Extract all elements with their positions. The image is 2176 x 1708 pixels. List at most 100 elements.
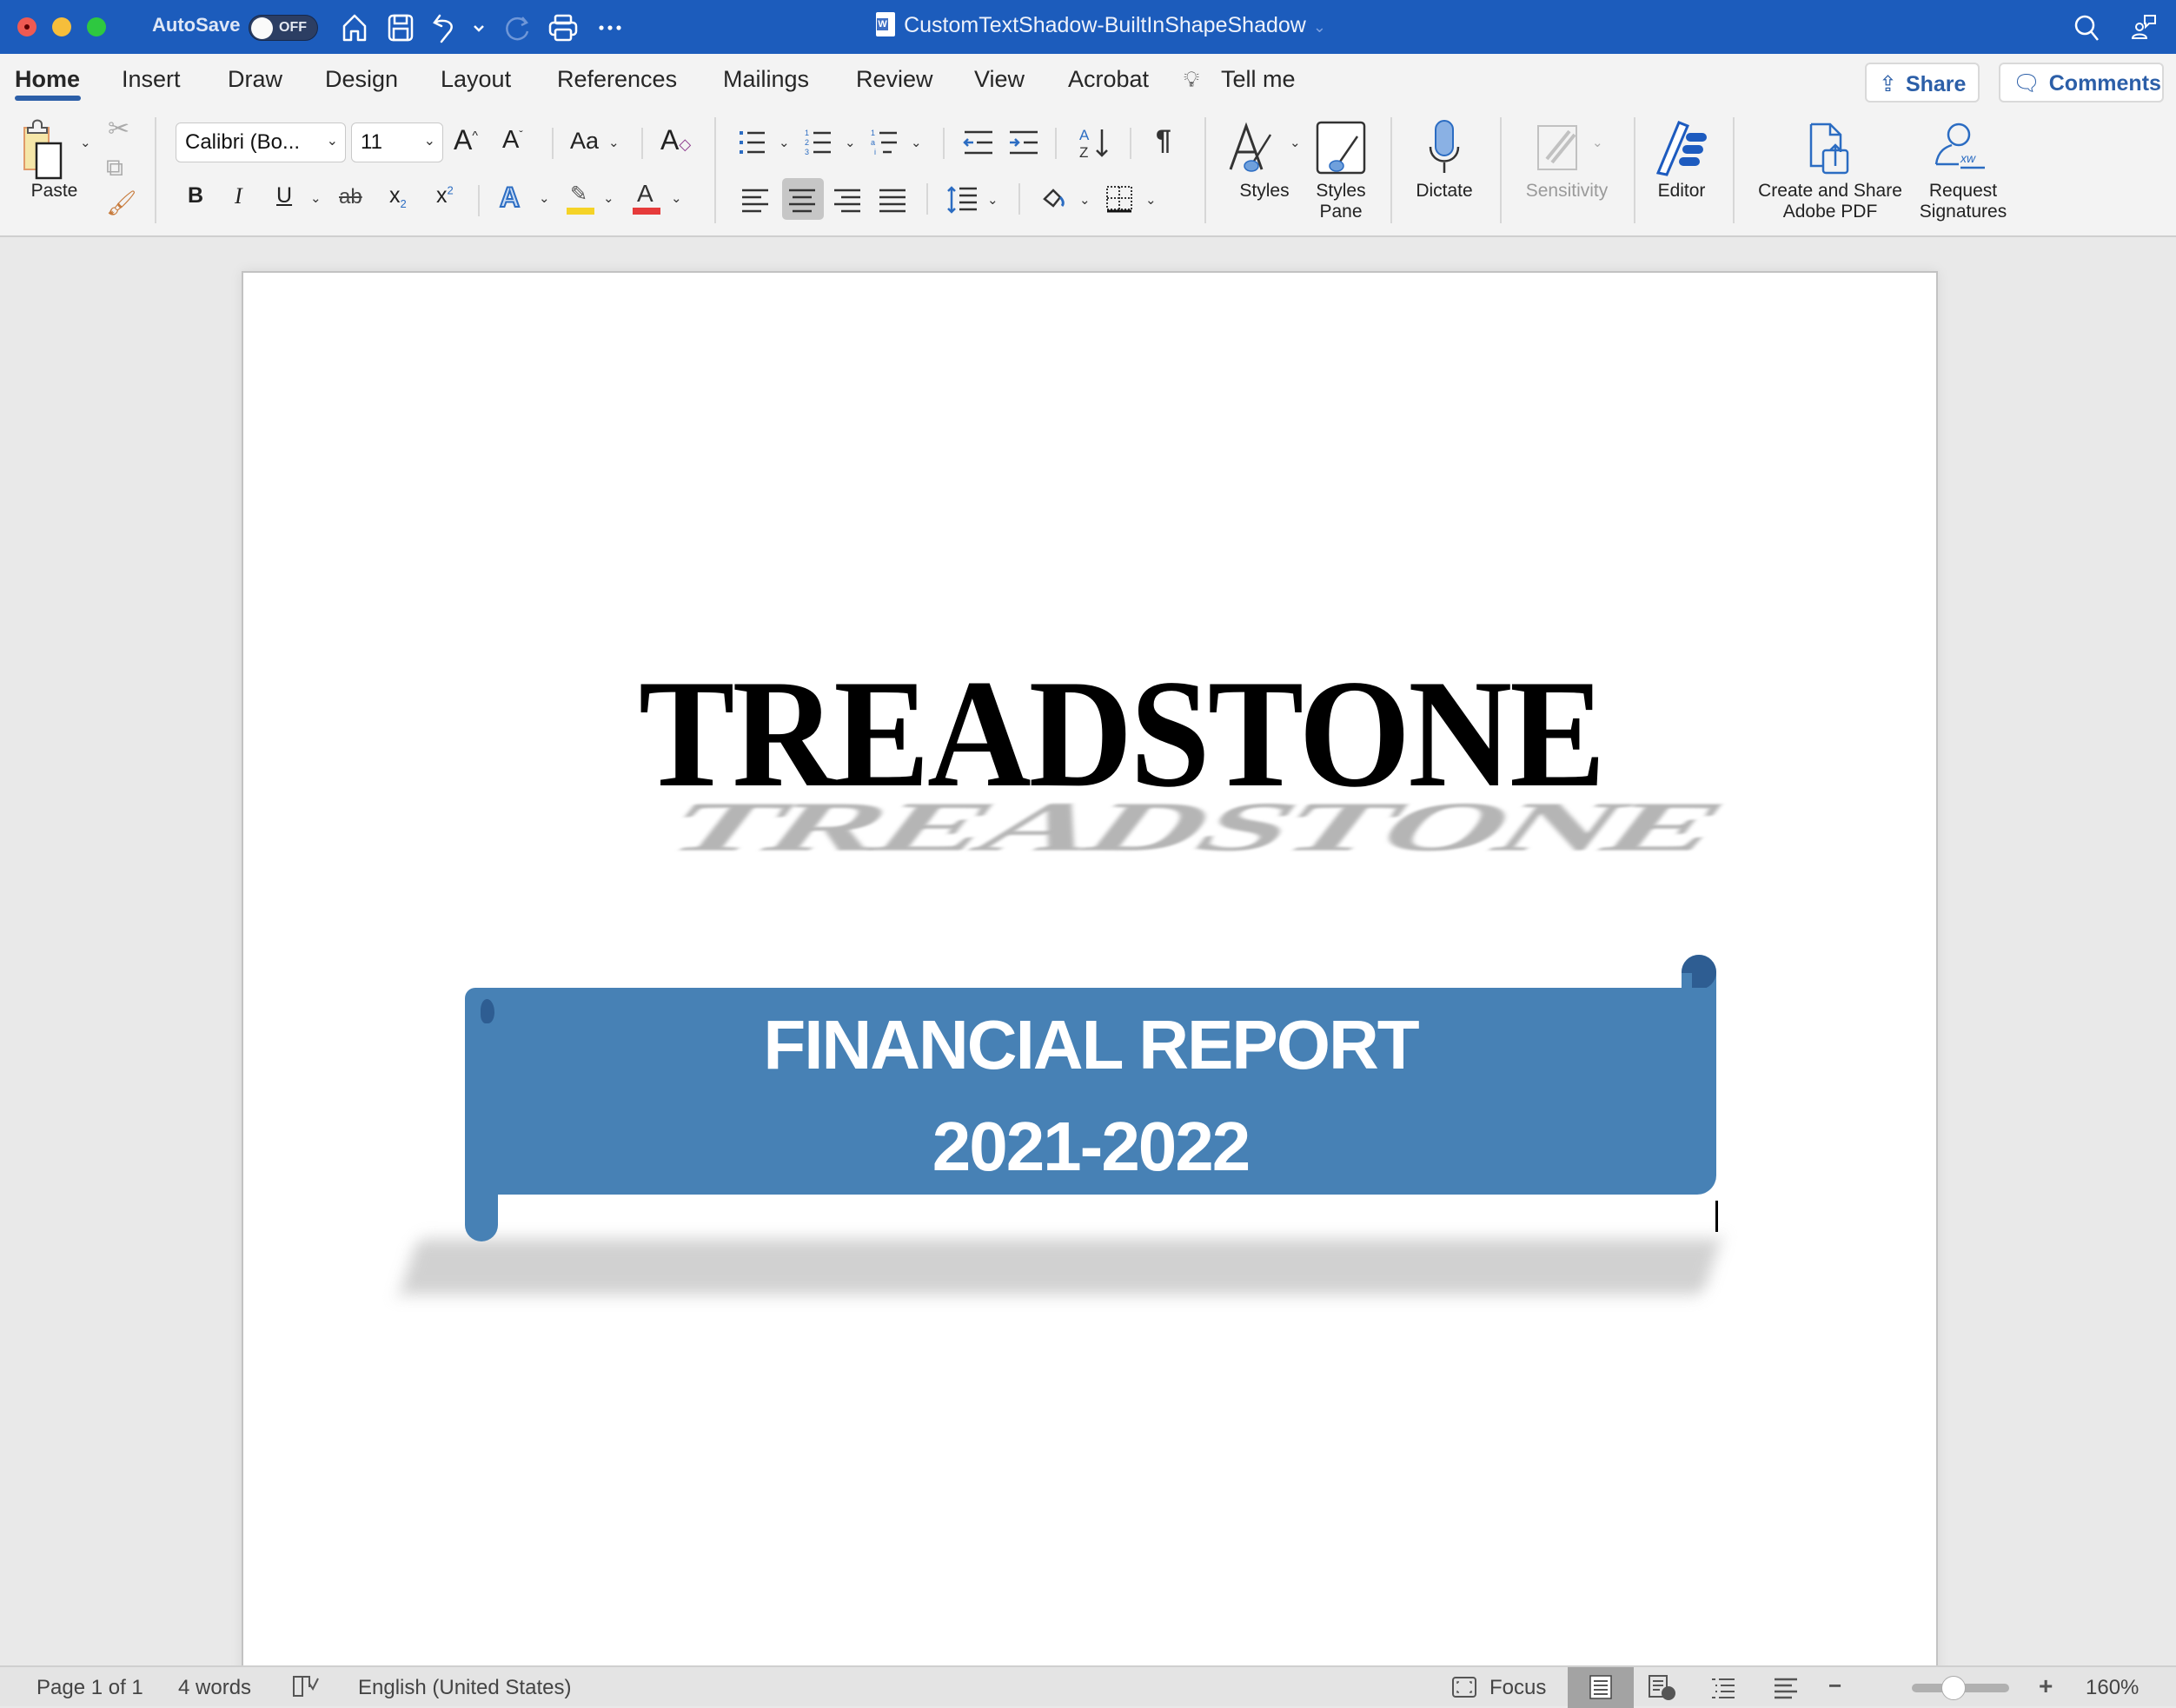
italic-button[interactable]: I: [235, 183, 242, 209]
clear-formatting-icon[interactable]: A◇: [660, 124, 691, 156]
paste-button[interactable]: [17, 119, 78, 182]
highlight-color-button[interactable]: ✎︎: [567, 182, 596, 216]
styles-pane-label-line2: Pane: [1319, 202, 1363, 222]
chevron-down-icon: ⌄: [423, 134, 435, 149]
word-count[interactable]: 4 words: [178, 1676, 251, 1700]
microphone-icon[interactable]: [1425, 117, 1463, 175]
outline-view-icon[interactable]: [1710, 1676, 1736, 1700]
tab-acrobat[interactable]: Acrobat: [1068, 66, 1149, 93]
request-signatures-label: Request Signatures: [1915, 181, 2011, 222]
chevron-down-icon[interactable]: ⌄: [310, 190, 322, 206]
svg-text:2: 2: [805, 138, 809, 147]
justify-icon[interactable]: [878, 187, 907, 215]
superscript-button[interactable]: x2: [436, 183, 454, 209]
search-icon[interactable]: [2070, 10, 2105, 45]
share-button[interactable]: ⇪ Share: [1865, 63, 1980, 103]
copy-icon[interactable]: ⧉: [106, 154, 123, 182]
chevron-down-icon[interactable]: ⌄: [1290, 135, 1301, 150]
cut-icon[interactable]: ✂︎: [108, 114, 129, 144]
draft-view-icon[interactable]: [1773, 1676, 1799, 1700]
borders-icon[interactable]: [1105, 185, 1133, 213]
document-page[interactable]: TREADSTONE TREADSTONE FINANCIAL REPORT 2…: [242, 271, 1938, 1678]
chevron-down-icon[interactable]: ⌄: [779, 135, 790, 150]
tab-references[interactable]: References: [557, 66, 677, 93]
font-name-value: Calibri (Bo...: [185, 130, 301, 154]
paste-dropdown-icon[interactable]: ⌄: [80, 135, 91, 150]
chevron-down-icon[interactable]: ⌄: [1145, 192, 1157, 208]
chevron-down-icon[interactable]: ⌄: [845, 135, 856, 150]
bold-button[interactable]: B: [188, 183, 203, 209]
focus-button[interactable]: Focus: [1489, 1676, 1546, 1700]
underline-button[interactable]: U: [276, 183, 292, 209]
zoom-slider-handle[interactable]: [1941, 1676, 1966, 1700]
status-bar: Page 1 of 1 4 words English (United Stat…: [0, 1665, 2176, 1708]
editor-icon[interactable]: [1653, 117, 1714, 176]
document-heading[interactable]: TREADSTONE: [639, 644, 1606, 823]
align-right-icon[interactable]: [833, 187, 862, 215]
chevron-down-icon[interactable]: ⌄: [671, 190, 682, 206]
tab-mailings[interactable]: Mailings: [723, 66, 809, 93]
grow-font-icon[interactable]: A^: [454, 124, 478, 156]
chevron-down-icon[interactable]: ⌄: [911, 135, 922, 150]
tab-design[interactable]: Design: [325, 66, 398, 93]
zoom-in-button[interactable]: +: [2039, 1672, 2053, 1700]
tab-review[interactable]: Review: [856, 66, 933, 93]
strikethrough-button[interactable]: ab: [339, 185, 362, 209]
font-color-swatch: [633, 208, 660, 215]
styles-gallery-button[interactable]: [1227, 119, 1279, 176]
decrease-indent-icon[interactable]: [963, 128, 994, 157]
document-title[interactable]: CustomTextShadow-BuiltInShapeShadow ⌄: [0, 12, 2176, 38]
align-left-icon[interactable]: [740, 187, 770, 215]
line-spacing-icon[interactable]: [947, 185, 979, 215]
editor-label: Editor: [1657, 181, 1706, 201]
proofing-icon[interactable]: [292, 1675, 320, 1699]
sort-icon[interactable]: AZ: [1078, 124, 1111, 161]
chevron-down-icon[interactable]: ⌄: [603, 190, 614, 206]
banner-title[interactable]: FINANCIAL REPORT: [465, 1005, 1716, 1085]
tell-me-search[interactable]: Tell me: [1221, 66, 1296, 93]
divider: [1390, 117, 1392, 223]
tab-home[interactable]: Home: [15, 66, 80, 93]
create-share-pdf-icon[interactable]: [1808, 121, 1853, 176]
tab-view[interactable]: View: [974, 66, 1025, 93]
signatures-label-line1: Request: [1928, 181, 1998, 201]
shrink-font-icon[interactable]: Aˇ: [502, 126, 523, 155]
format-painter-icon[interactable]: 🖌︎: [106, 189, 137, 217]
text-effects-icon[interactable]: A: [499, 181, 521, 214]
web-layout-icon[interactable]: [1648, 1674, 1677, 1702]
language[interactable]: English (United States): [358, 1676, 571, 1700]
chevron-down-icon[interactable]: ⌄: [1079, 192, 1091, 208]
chevron-down-icon[interactable]: ⌄: [539, 190, 550, 206]
banner-year[interactable]: 2021-2022: [465, 1107, 1716, 1187]
show-formatting-marks-icon[interactable]: ¶: [1156, 124, 1171, 156]
styles-label: Styles: [1239, 181, 1290, 201]
subscript-button[interactable]: x2: [389, 183, 407, 210]
numbering-icon[interactable]: 123: [805, 128, 833, 157]
focus-icon[interactable]: [1451, 1676, 1477, 1698]
zoom-out-button[interactable]: −: [1828, 1672, 1841, 1699]
tab-layout[interactable]: Layout: [441, 66, 511, 93]
multilevel-list-icon[interactable]: 1ai: [871, 128, 899, 157]
comments-button[interactable]: 🗨︎ Comments: [1999, 63, 2164, 103]
print-layout-icon[interactable]: [1589, 1674, 1613, 1700]
increase-indent-icon[interactable]: [1008, 128, 1039, 157]
bullets-icon[interactable]: [739, 128, 766, 157]
page-count[interactable]: Page 1 of 1: [36, 1676, 143, 1700]
font-color-button[interactable]: A: [633, 180, 662, 216]
tab-insert[interactable]: Insert: [122, 66, 181, 93]
highlighter-icon: ✎︎: [570, 182, 588, 206]
styles-pane-button[interactable]: [1314, 119, 1368, 176]
superscript-x: x: [436, 183, 448, 208]
tab-draw[interactable]: Draw: [228, 66, 282, 93]
font-name-dropdown[interactable]: Calibri (Bo... ⌄: [176, 122, 346, 162]
chevron-down-icon[interactable]: ⌄: [608, 135, 620, 150]
document-title-text: CustomTextShadow-BuiltInShapeShadow: [904, 13, 1306, 37]
change-case-button[interactable]: Aa: [570, 128, 599, 155]
request-signatures-icon[interactable]: xw: [1933, 119, 1990, 175]
font-size-dropdown[interactable]: 11 ⌄: [351, 122, 443, 162]
chevron-down-icon[interactable]: ⌄: [987, 192, 998, 208]
align-center-icon[interactable]: [787, 187, 817, 215]
zoom-level[interactable]: 160%: [2086, 1676, 2139, 1700]
share-people-icon[interactable]: [2127, 10, 2162, 45]
shading-icon[interactable]: [1041, 185, 1065, 213]
